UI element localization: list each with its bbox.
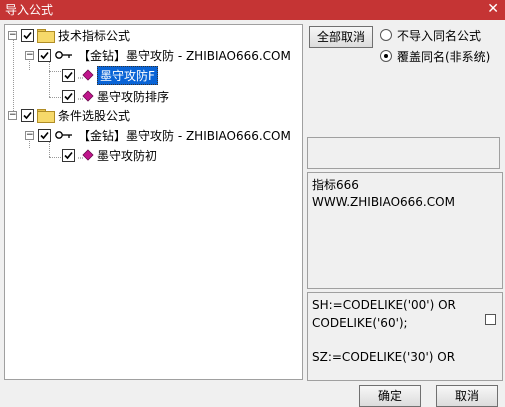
tree-node-label-selected: 墨守攻防F [97,65,158,85]
checkbox[interactable] [62,89,75,103]
tree-node-formula-group[interactable]: − 【金钻】墨守攻防 - ZHIBIAO666.COM [25,46,291,64]
close-icon[interactable]: ✕ [487,1,499,17]
radio-overwrite-same[interactable]: 覆盖同名(非系统) [380,48,490,64]
description-line: 指标666 [312,178,359,192]
tree-node-label: 技术指标公式 [58,28,131,43]
tree-node-formula-item[interactable]: 墨守攻防排序 [62,87,169,105]
radio-no-import-same[interactable]: 不导入同名公式 [380,27,481,43]
description-line: WWW.ZHIBIAO666.COM [312,195,455,209]
tree-connector [49,71,63,72]
checkbox[interactable] [38,128,51,142]
status-box [307,137,500,169]
ok-button[interactable]: 确定 [359,385,421,407]
collapse-icon[interactable]: − [8,110,17,120]
collapse-icon[interactable]: − [8,30,17,40]
checkbox[interactable] [38,48,51,62]
key-icon [55,131,72,139]
collapse-icon[interactable]: − [25,130,34,140]
code-line: CODELIKE('60'); [312,316,408,330]
code-panel[interactable]: SH:=CODELIKE('00') OR CODELIKE('60'); SZ… [307,292,503,381]
code-line: SZ:=CODELIKE('30') OR [312,350,456,364]
tree-connector [49,157,63,158]
cancel-button[interactable]: 取消 [436,385,498,407]
deselect-all-button[interactable]: 全部取消 [309,26,373,48]
tree-node-label: 墨守攻防初 [97,148,158,163]
checkbox[interactable] [62,68,75,82]
tree-node-formula-item[interactable]: 墨守攻防F [62,65,158,85]
description-panel: 指标666 WWW.ZHIBIAO666.COM [307,172,503,289]
radio-label: 覆盖同名(非系统) [397,49,491,64]
tree-node-label: 【金钻】墨守攻防 - ZHIBIAO666.COM [78,128,291,143]
tree-node-label: 【金钻】墨守攻防 - ZHIBIAO666.COM [78,48,291,63]
formula-icon [78,90,94,102]
tree-node-technical-formulas[interactable]: − 技术指标公式 [8,26,130,44]
code-line: SH:=CODELIKE('00') OR [312,298,456,312]
checkbox[interactable] [21,108,34,122]
radio-label: 不导入同名公式 [397,28,482,43]
tree-node-formula-group[interactable]: − 【金钻】墨守攻防 - ZHIBIAO666.COM [25,126,291,144]
tree-connector [49,97,63,98]
radio-button[interactable] [380,29,392,41]
tree-connector [49,61,50,97]
window-title: 导入公式 [5,3,54,17]
formula-icon [78,69,94,81]
tree-node-formula-item[interactable]: 墨守攻防初 [62,146,157,164]
folder-icon [37,29,55,43]
collapse-icon[interactable]: − [25,50,34,60]
radio-button-selected[interactable] [380,50,392,62]
checkbox[interactable] [62,148,75,162]
formula-tree[interactable]: − 技术指标公式 − 【金钻】墨守攻防 - ZHIBIAO666.COM 墨守攻… [4,24,303,380]
code-panel-checkbox[interactable] [485,314,496,325]
folder-icon [37,109,55,123]
key-icon [55,51,72,59]
title-bar: 导入公式 ✕ [0,0,505,20]
tree-node-label: 墨守攻防排序 [97,89,170,104]
formula-icon [78,149,94,161]
checkbox[interactable] [21,28,34,42]
tree-node-screening-formulas[interactable]: − 条件选股公式 [8,106,130,124]
tree-node-label: 条件选股公式 [58,108,131,123]
